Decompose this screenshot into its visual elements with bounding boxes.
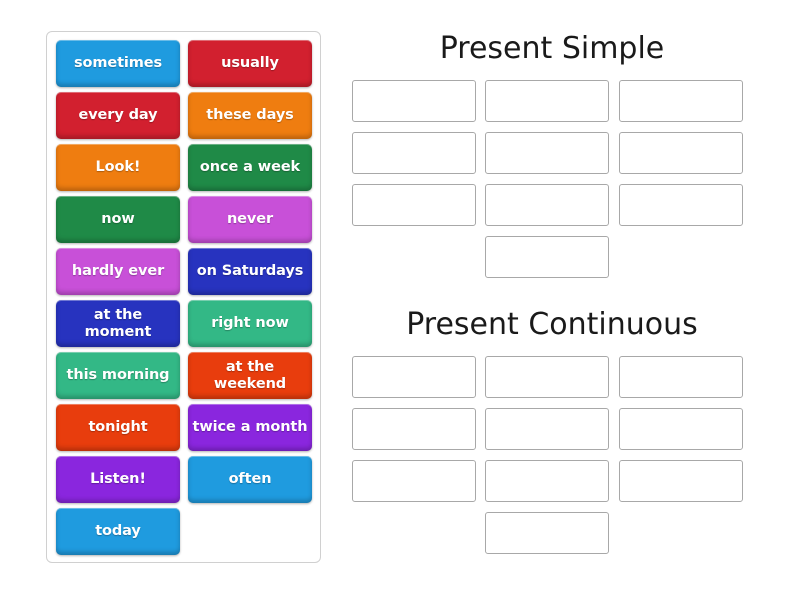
drop-box[interactable] (485, 460, 610, 502)
drop-box[interactable] (352, 356, 476, 398)
drop-slot (352, 80, 485, 132)
word-tile-slot: right now (184, 299, 316, 351)
drop-slot (485, 460, 618, 512)
drop-box[interactable] (485, 408, 610, 450)
drop-section-present-simple: Present Simple (352, 30, 752, 288)
word-tile[interactable]: Look! (56, 144, 180, 191)
drop-section-present-continuous: Present Continuous (352, 306, 752, 564)
word-tile-slot: hardly ever (52, 247, 184, 299)
drop-slot (485, 512, 618, 564)
drop-slot (485, 356, 618, 408)
word-tile[interactable]: right now (188, 300, 312, 347)
drop-box[interactable] (352, 408, 476, 450)
drop-box[interactable] (352, 80, 476, 122)
word-tile-slot: these days (184, 91, 316, 143)
drop-box[interactable] (618, 184, 743, 226)
word-tile-slot: never (184, 195, 316, 247)
drop-box[interactable] (352, 132, 476, 174)
word-tile[interactable]: never (188, 196, 312, 243)
drop-box[interactable] (618, 408, 743, 450)
drop-grid-present-continuous (352, 356, 752, 564)
word-tile-slot: sometimes (52, 39, 184, 91)
drop-slot (485, 132, 618, 184)
drop-slot (618, 408, 752, 460)
drop-grid-present-simple (352, 80, 752, 288)
word-tile[interactable]: every day (56, 92, 180, 139)
word-tile-slot: twice a month (184, 403, 316, 455)
word-tile-slot: at the moment (52, 299, 184, 351)
drop-box[interactable] (485, 132, 610, 174)
section-title-present-simple: Present Simple (439, 31, 665, 66)
word-tile-slot: often (184, 455, 316, 507)
word-tile[interactable]: sometimes (56, 40, 180, 87)
drop-slot (352, 132, 485, 184)
word-tile[interactable]: twice a month (188, 404, 312, 451)
word-tile[interactable]: at the moment (56, 300, 180, 347)
word-tile-slot-empty (184, 507, 316, 559)
word-tile[interactable]: usually (188, 40, 312, 87)
word-tile[interactable]: often (188, 456, 312, 503)
drop-box[interactable] (485, 184, 610, 226)
drop-slot (618, 80, 752, 132)
word-tile-slot: now (52, 195, 184, 247)
drop-box[interactable] (618, 356, 743, 398)
word-tile-slot: today (52, 507, 184, 559)
word-tile[interactable]: now (56, 196, 180, 243)
word-tile[interactable]: at the weekend (188, 352, 312, 399)
word-tile[interactable]: these days (188, 92, 312, 139)
empty-placeholder (188, 508, 312, 555)
word-tile-slot: at the weekend (184, 351, 316, 403)
drop-slot (352, 184, 485, 236)
drop-box[interactable] (618, 80, 743, 122)
drop-slot (352, 356, 485, 408)
word-tile[interactable]: hardly ever (56, 248, 180, 295)
word-tile-panel: sometimes usually every day these days Look!… (46, 31, 321, 563)
word-tile-slot: every day (52, 91, 184, 143)
word-tile-slot: tonight (52, 403, 184, 455)
drop-slot (618, 356, 752, 408)
section-title-present-continuous: Present Continuous (406, 307, 698, 342)
drop-box[interactable] (618, 132, 743, 174)
word-tile-slot: usually (184, 39, 316, 91)
word-tile-grid: sometimes usually every day these days Look!… (52, 39, 317, 559)
drop-slot (618, 184, 752, 236)
word-tile[interactable]: once a week (188, 144, 312, 191)
word-tile-slot: once a week (184, 143, 316, 195)
word-tile-slot: Look! (52, 143, 184, 195)
drop-box[interactable] (485, 356, 610, 398)
drop-box[interactable] (485, 512, 610, 554)
drop-slot (618, 460, 752, 512)
word-tile[interactable]: on Saturdays (188, 248, 312, 295)
drop-box[interactable] (485, 80, 610, 122)
word-tile-slot: on Saturdays (184, 247, 316, 299)
drop-slot (485, 80, 618, 132)
drop-slot (352, 408, 485, 460)
drop-box[interactable] (352, 460, 476, 502)
drop-slot (352, 460, 485, 512)
drop-slot (485, 408, 618, 460)
drop-slot (618, 132, 752, 184)
drop-box[interactable] (485, 236, 610, 278)
drop-box[interactable] (352, 184, 476, 226)
word-tile[interactable]: today (56, 508, 180, 555)
word-tile-slot: Listen! (52, 455, 184, 507)
word-tile[interactable]: tonight (56, 404, 180, 451)
word-tile[interactable]: Listen! (56, 456, 180, 503)
word-tile[interactable]: this morning (56, 352, 180, 399)
word-tile-slot: this morning (52, 351, 184, 403)
drop-slot (485, 236, 618, 288)
drop-slot (485, 184, 618, 236)
drop-box[interactable] (618, 460, 743, 502)
